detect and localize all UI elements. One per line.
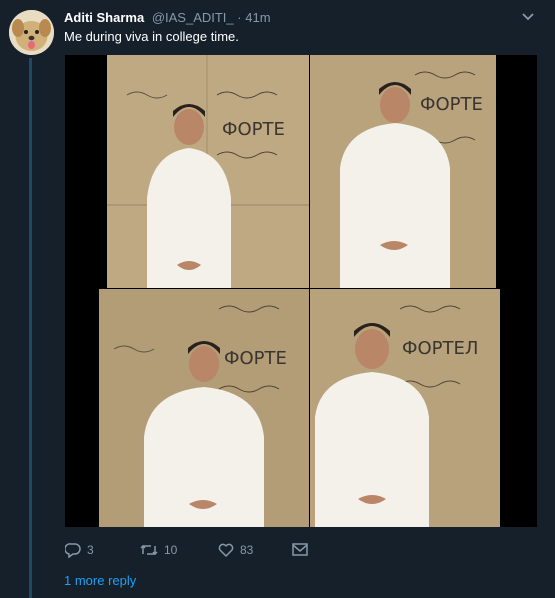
reply-count: 3 <box>87 543 94 557</box>
person-photo: ФОРТЕ <box>310 55 496 288</box>
tweet-timestamp[interactable]: 41m <box>245 10 270 25</box>
heart-icon <box>218 543 234 557</box>
thread-line <box>29 58 32 598</box>
photo-top-right[interactable]: ФОРТЕ <box>310 55 496 288</box>
tweet-text: Me during viva in college time. <box>64 29 239 44</box>
author-handle[interactable]: @IAS_ADITI_ <box>152 10 234 25</box>
photo-bottom-right[interactable]: ФОРТЕЛ <box>310 289 500 527</box>
more-replies-link[interactable]: 1 more reply <box>64 573 136 588</box>
person-photo: ФОРТЕ <box>107 55 309 288</box>
reply-icon <box>65 543 81 558</box>
wall-text-b: ФОРТЕ <box>420 94 483 115</box>
reply-button[interactable]: 3 <box>65 540 94 560</box>
avatar[interactable] <box>9 10 54 55</box>
wall-text-c: ФОРТЕ <box>224 348 287 369</box>
person-photo: ФОРТЕ <box>99 289 309 527</box>
wall-text-d: ФОРТЕЛ <box>402 338 478 359</box>
like-button[interactable]: 83 <box>218 540 253 560</box>
photo-top-left[interactable]: ФОРТЕ <box>107 55 309 288</box>
person-photo: ФОРТЕЛ <box>310 289 500 527</box>
envelope-icon <box>292 543 308 556</box>
dog-avatar-icon <box>9 10 54 55</box>
separator-dot: · <box>237 10 242 25</box>
retweet-button[interactable]: 10 <box>140 540 177 560</box>
wall-text-a: ФОРТЕ <box>222 119 285 140</box>
direct-message-button[interactable] <box>292 540 308 560</box>
tweet-actions: 3 10 83 <box>64 540 364 560</box>
tweet-header: Aditi Sharma @IAS_ADITI_ · 41m <box>64 9 535 27</box>
chevron-down-icon[interactable] <box>521 12 535 22</box>
tweet-media[interactable]: ФОРТЕ ФОРТЕ ФОРТЕ ФОРТЕЛ <box>65 55 537 527</box>
like-count: 83 <box>240 543 254 557</box>
photo-bottom-left[interactable]: ФОРТЕ <box>99 289 309 527</box>
author-name[interactable]: Aditi Sharma <box>64 10 144 25</box>
retweet-icon <box>140 544 158 556</box>
retweet-count: 10 <box>164 543 178 557</box>
